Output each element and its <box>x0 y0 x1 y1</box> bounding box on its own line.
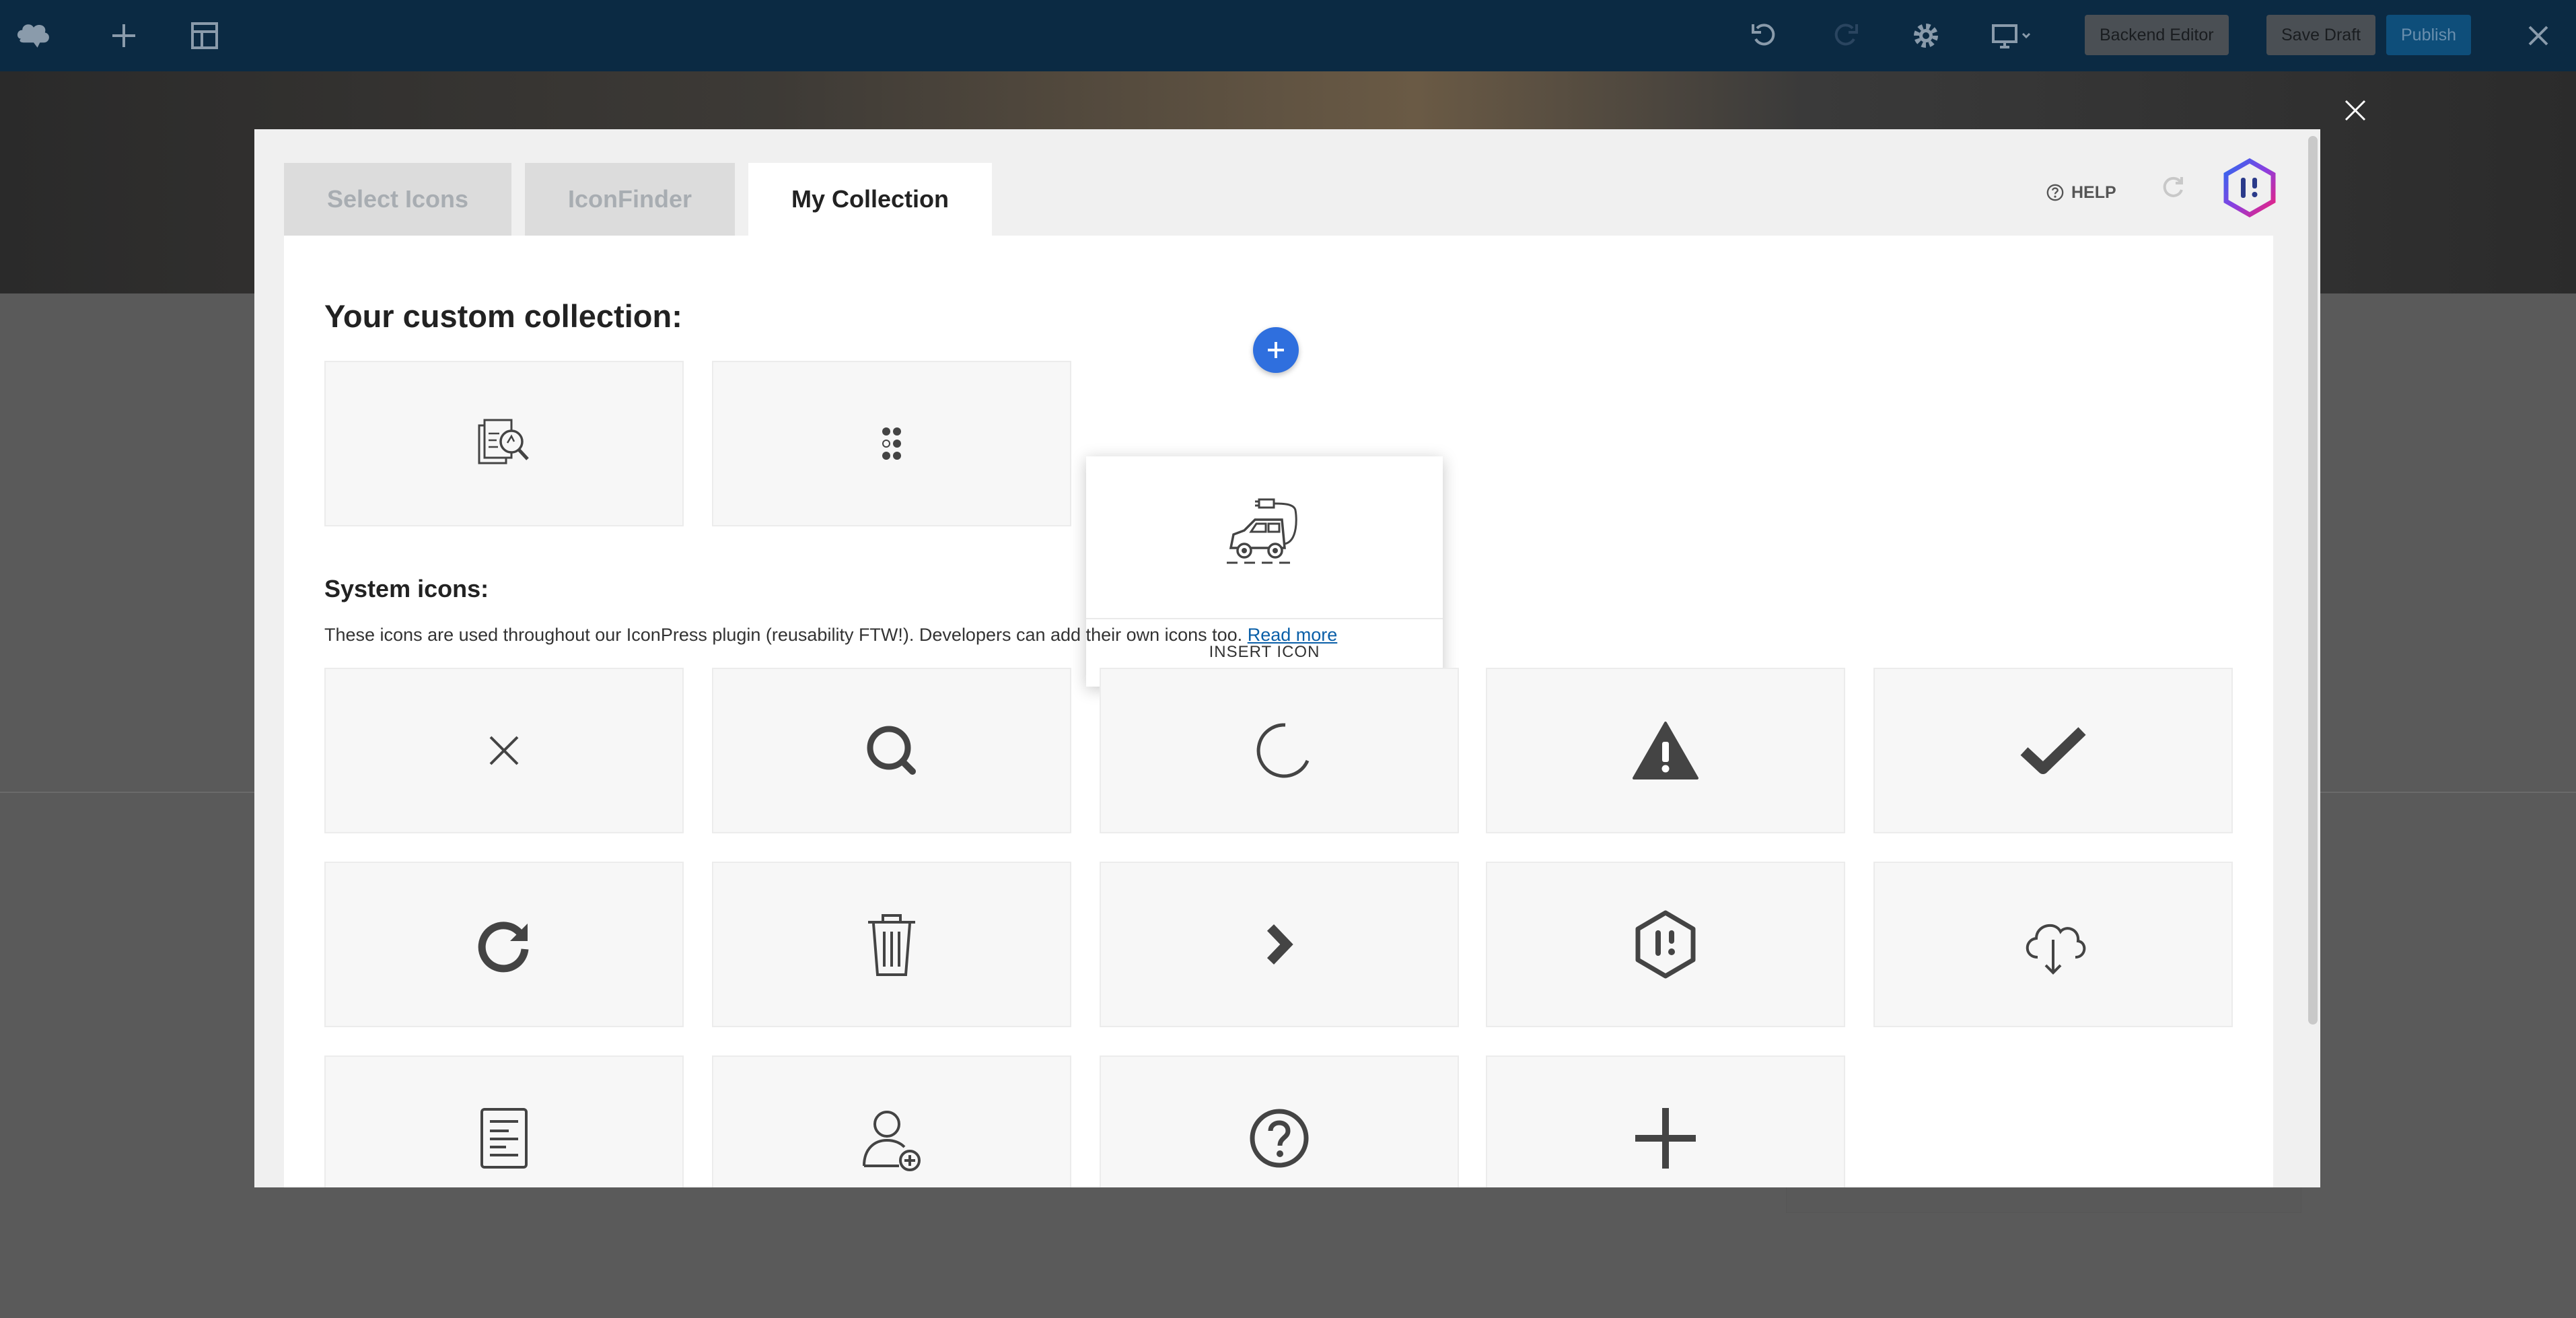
system-icon-tile[interactable] <box>324 668 684 833</box>
tab-iconfinder[interactable]: IconFinder <box>525 163 735 236</box>
system-icons-description: These icons are used throughout our Icon… <box>324 625 1337 646</box>
loading-spinner-icon <box>1256 723 1310 778</box>
help-circle-icon <box>2046 184 2064 201</box>
close-editor-icon[interactable] <box>2519 19 2557 53</box>
system-icon-tile[interactable] <box>712 1055 1071 1187</box>
popup-icon-preview <box>1086 456 1443 619</box>
refresh-icon[interactable] <box>2159 174 2187 202</box>
my-collection-panel: Your custom collection: INSERT ICON Syst… <box>284 236 2273 1187</box>
refresh-icon <box>478 922 529 973</box>
add-to-collection-button[interactable] <box>1253 327 1299 373</box>
cloud-download-icon <box>2026 924 2086 975</box>
modal-scrollbar[interactable] <box>2305 129 2320 1187</box>
system-icon-tile[interactable] <box>324 862 684 1027</box>
system-icon-tile[interactable] <box>1486 668 1845 833</box>
backend-editor-button[interactable]: Backend Editor <box>2085 15 2229 55</box>
system-icon-tile[interactable] <box>1100 668 1459 833</box>
system-icon-tile[interactable] <box>1873 668 2233 833</box>
close-icon <box>489 736 519 765</box>
system-icons-heading: System icons: <box>324 575 489 602</box>
iconpress-logo-icon <box>2219 158 2280 218</box>
system-description-text: These icons are used throughout our Icon… <box>324 625 1243 645</box>
electric-car-icon <box>1227 498 1297 564</box>
save-draft-button[interactable]: Save Draft <box>2266 15 2376 55</box>
help-circle-icon <box>1250 1109 1309 1168</box>
help-label: HELP <box>2071 182 2116 202</box>
settings-icon[interactable] <box>1907 19 1945 53</box>
system-icon-tile[interactable] <box>324 1055 684 1187</box>
page-element-placeholder <box>1786 1185 2301 1213</box>
editor-topbar: Backend Editor Save Draft Publish <box>0 0 2576 71</box>
tab-my-collection[interactable]: My Collection <box>748 163 992 236</box>
wpbakery-logo-icon[interactable] <box>15 19 52 53</box>
plus-icon <box>1268 342 1284 358</box>
close-modal-icon[interactable] <box>2339 94 2371 127</box>
document-icon <box>480 1108 528 1169</box>
add-user-icon <box>863 1111 921 1171</box>
custom-icon-tile[interactable] <box>324 361 684 526</box>
undo-icon[interactable] <box>1746 19 1783 53</box>
system-icon-tile[interactable] <box>1100 862 1459 1027</box>
iconpress-logo-icon <box>1635 910 1696 979</box>
responsive-preview-icon[interactable] <box>1989 19 2036 53</box>
system-icon-tile[interactable] <box>1873 862 2233 1027</box>
report-search-icon <box>478 419 529 464</box>
dots-grid-icon <box>882 427 901 460</box>
templates-icon[interactable] <box>186 19 223 53</box>
chevron-right-icon <box>1266 924 1293 965</box>
iconpress-modal: Select Icons IconFinder My Collection HE… <box>254 129 2320 1187</box>
add-element-icon[interactable] <box>105 19 143 53</box>
search-icon <box>867 726 916 775</box>
redo-icon[interactable] <box>1826 19 1864 53</box>
plus-icon <box>1635 1108 1696 1169</box>
system-icon-tile[interactable] <box>1486 862 1845 1027</box>
help-link[interactable]: HELP <box>2046 179 2116 206</box>
trash-icon <box>868 914 915 976</box>
publish-button[interactable]: Publish <box>2386 15 2471 55</box>
checkmark-icon <box>2020 727 2086 774</box>
tab-select-icons[interactable]: Select Icons <box>284 163 511 236</box>
custom-icon-tile[interactable] <box>712 361 1071 526</box>
warning-icon <box>1633 722 1698 779</box>
insert-icon-popup[interactable]: INSERT ICON <box>1086 456 1443 687</box>
system-icon-tile[interactable] <box>1486 1055 1845 1187</box>
system-icon-tile[interactable] <box>1100 1055 1459 1187</box>
system-icon-tile[interactable] <box>712 668 1071 833</box>
read-more-link[interactable]: Read more <box>1248 625 1338 645</box>
custom-collection-heading: Your custom collection: <box>324 298 682 334</box>
modal-scrollbar-thumb[interactable] <box>2308 136 2318 1025</box>
system-icon-tile[interactable] <box>712 862 1071 1027</box>
modal-tabs: Select Icons IconFinder My Collection <box>284 163 1005 236</box>
